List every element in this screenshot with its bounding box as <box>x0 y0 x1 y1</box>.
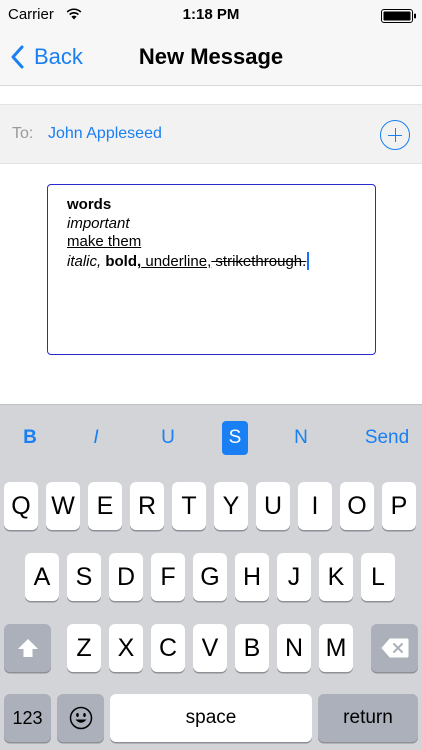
numbers-key[interactable]: 123 <box>4 694 51 742</box>
underline-button[interactable]: U <box>154 421 182 455</box>
editor-line: important <box>67 215 375 234</box>
normal-text-button[interactable]: N <box>287 421 315 455</box>
key-m[interactable]: M <box>319 624 353 672</box>
key-x[interactable]: X <box>109 624 143 672</box>
key-l[interactable]: L <box>361 553 395 601</box>
bold-text: words <box>67 196 112 213</box>
key-k[interactable]: K <box>319 553 353 601</box>
delete-key[interactable] <box>371 624 418 672</box>
key-d[interactable]: D <box>109 553 143 601</box>
send-button[interactable]: Send <box>358 421 416 455</box>
battery-icon <box>381 9 416 23</box>
recipient-row: To: John Appleseed <box>0 104 422 164</box>
editor-line: make them <box>67 233 375 252</box>
shift-key[interactable] <box>4 624 51 672</box>
key-h[interactable]: H <box>235 553 269 601</box>
key-w[interactable]: W <box>46 482 80 530</box>
key-b[interactable]: B <box>235 624 269 672</box>
clock: 1:18 PM <box>182 6 240 23</box>
strikethrough-text: strikethrough. <box>211 252 307 270</box>
emoji-key[interactable] <box>57 694 104 742</box>
underlined-text: underline, <box>141 252 212 270</box>
navigation-bar: Back New Message <box>0 30 422 86</box>
add-contact-button[interactable] <box>380 120 410 150</box>
key-j[interactable]: J <box>277 553 311 601</box>
key-f[interactable]: F <box>151 553 185 601</box>
strikethrough-button[interactable]: S <box>222 421 248 455</box>
key-o[interactable]: O <box>340 482 374 530</box>
return-key[interactable]: return <box>318 694 418 742</box>
key-i[interactable]: I <box>298 482 332 530</box>
key-q[interactable]: Q <box>4 482 38 530</box>
format-toolbar: B I U S N Send <box>0 404 422 466</box>
key-z[interactable]: Z <box>67 624 101 672</box>
italic-text: important <box>67 214 130 232</box>
to-label: To: <box>12 125 34 142</box>
key-u[interactable]: U <box>256 482 290 530</box>
key-r[interactable]: R <box>130 482 164 530</box>
shift-icon <box>17 639 38 657</box>
space-key[interactable]: space <box>110 694 312 742</box>
key-t[interactable]: T <box>172 482 206 530</box>
key-a[interactable]: A <box>25 553 59 601</box>
key-p[interactable]: P <box>382 482 416 530</box>
key-n[interactable]: N <box>277 624 311 672</box>
delete-icon <box>380 638 408 658</box>
key-g[interactable]: G <box>193 553 227 601</box>
key-s[interactable]: S <box>67 553 101 601</box>
emoji-icon <box>69 706 92 730</box>
editor-line: italic, bold, underline, strikethrough. <box>67 251 375 272</box>
editor-line: words <box>67 196 375 215</box>
key-e[interactable]: E <box>88 482 122 530</box>
bold-text: bold, <box>105 252 142 270</box>
keyboard: QWERTYUIOP ASDFGHJKL ZXCVBNM 123 space r… <box>0 466 422 750</box>
status-bar: Carrier 1:18 PM <box>0 0 422 30</box>
italic-button[interactable]: I <box>82 421 110 455</box>
key-y[interactable]: Y <box>214 482 248 530</box>
key-v[interactable]: V <box>193 624 227 672</box>
text-cursor <box>307 251 310 270</box>
bold-button[interactable]: B <box>16 421 44 455</box>
message-editor[interactable]: words important make them italic, bold, … <box>47 184 376 355</box>
key-c[interactable]: C <box>151 624 185 672</box>
underlined-text: make them <box>67 233 142 250</box>
page-title: New Message <box>138 44 284 69</box>
recipient-name[interactable]: John Appleseed <box>48 125 162 143</box>
italic-text: italic, <box>67 252 102 270</box>
